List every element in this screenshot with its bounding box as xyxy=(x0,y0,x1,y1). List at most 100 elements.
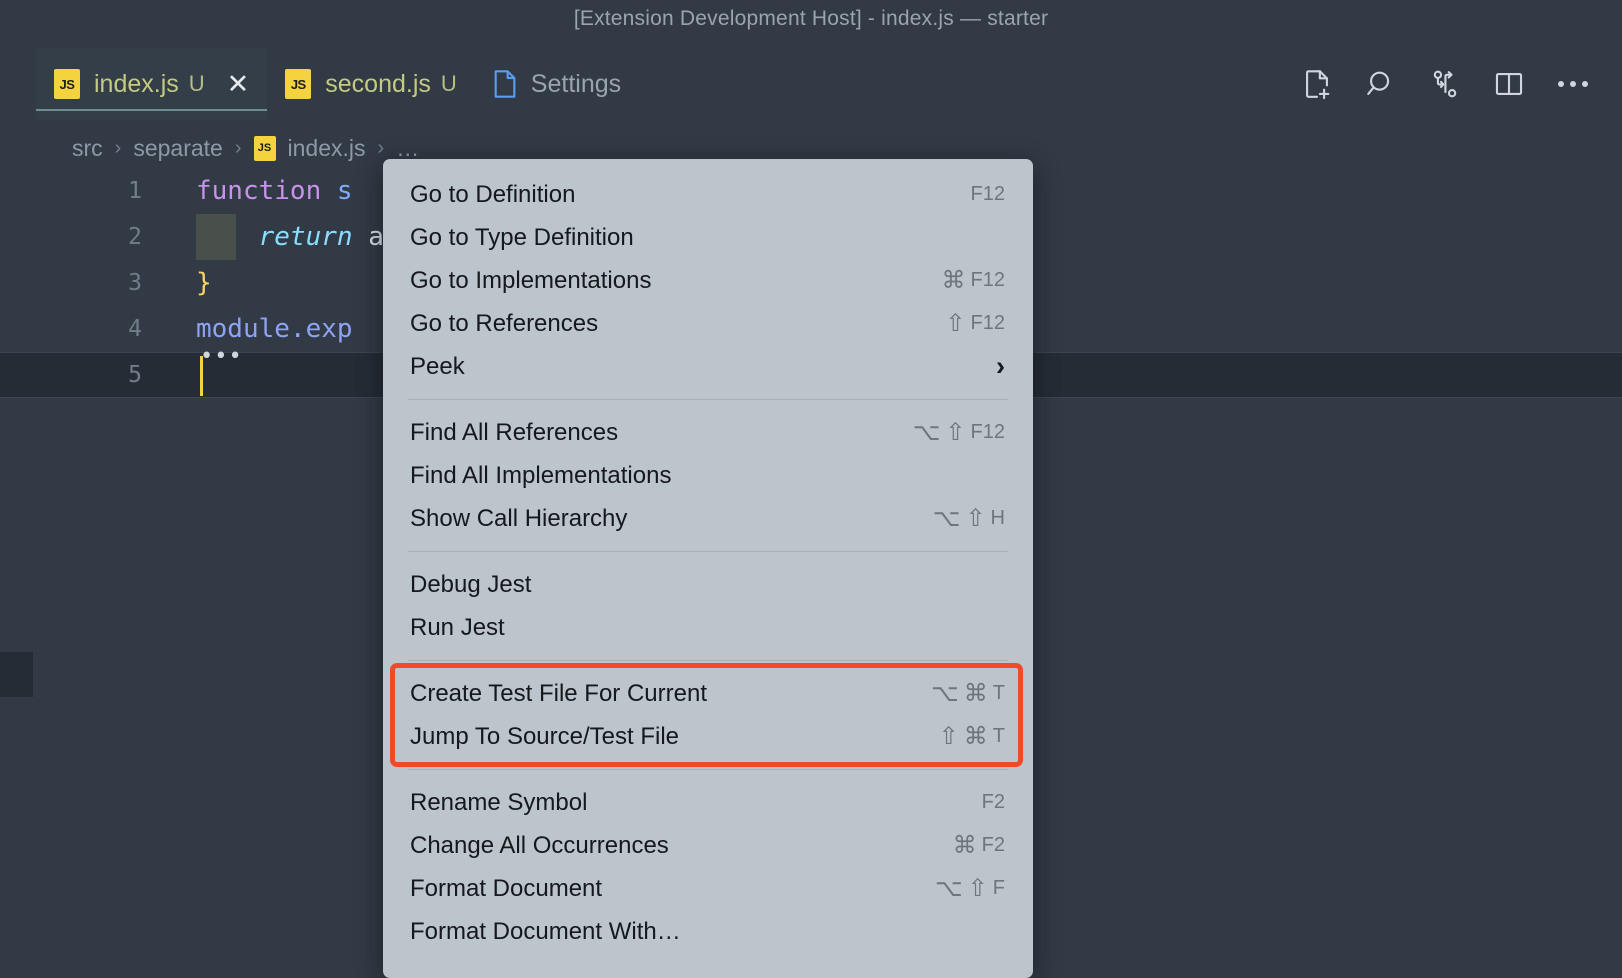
line-number: 4 xyxy=(128,316,142,342)
menu-item-label: Show Call Hierarchy xyxy=(410,504,628,532)
code-token: module.exp xyxy=(196,314,353,344)
menu-item-label: Go to Type Definition xyxy=(410,223,634,251)
shortcut-key: F2 xyxy=(981,791,1005,813)
modifier-key-glyph: ⇧ xyxy=(945,418,966,446)
menu-item-format-document[interactable]: Format Document ⌥ ⇧ F xyxy=(383,867,1033,910)
new-file-icon[interactable] xyxy=(1298,65,1336,103)
menu-item-change-all-occurrences[interactable]: Change All Occurrences ⌘ F2 xyxy=(383,824,1033,867)
menu-separator xyxy=(408,399,1008,400)
menu-item-debug-jest[interactable]: Debug Jest xyxy=(383,563,1033,606)
code-token: a xyxy=(368,222,384,252)
menu-item-go-to-implementations[interactable]: Go to Implementations ⌘ F12 xyxy=(383,259,1033,302)
selection-block xyxy=(196,214,236,260)
menu-item-jump-to-source-test-file[interactable]: Jump To Source/Test File ⇧ ⌘ T xyxy=(383,715,1033,758)
breadcrumb[interactable]: src › separate › JS index.js ›… xyxy=(72,128,419,168)
shortcut-key: F xyxy=(992,877,1005,899)
menu-item-shortcut: ⇧ F12 xyxy=(945,311,1005,336)
menu-group: Rename Symbol F2 Change All Occurrences ⌘ F2… xyxy=(383,781,1033,953)
title-bar: [Extension Development Host] - index.js … xyxy=(0,0,1622,38)
code-token: s xyxy=(336,176,353,206)
menu-item-shortcut: ⌥ ⇧ F xyxy=(935,876,1005,901)
editor-tab-bar: JS index.js U ✕ JS second.js U Settings xyxy=(0,48,1622,120)
breadcrumb-item[interactable]: index.js xyxy=(288,135,366,162)
menu-item-label: Change All Occurrences xyxy=(410,831,669,859)
code-token: } xyxy=(196,268,212,298)
menu-item-label: Jump To Source/Test File xyxy=(410,722,680,750)
js-file-icon: JS xyxy=(253,135,276,161)
modifier-key-glyph: ⌘ xyxy=(952,831,977,859)
menu-item-shortcut: ⌘ F12 xyxy=(941,266,1005,294)
tab-git-status-badge: U xyxy=(188,71,205,96)
menu-item-label: Run Jest xyxy=(410,613,505,641)
line-number: 1 xyxy=(128,178,142,204)
menu-item-label: Find All References xyxy=(410,418,619,446)
more-actions-icon[interactable] xyxy=(1554,65,1592,103)
menu-item-label: Go to Implementations xyxy=(410,266,652,294)
js-file-icon: JS xyxy=(285,69,312,99)
menu-item-label: Format Document With… xyxy=(410,917,681,945)
breadcrumb-separator: › xyxy=(114,136,122,159)
menu-item-shortcut: F2 xyxy=(982,791,1005,814)
tab-label: index.js xyxy=(94,69,179,98)
menu-group: Debug Jest Run Jest xyxy=(383,563,1033,649)
shortcut-key: F12 xyxy=(970,183,1005,205)
menu-separator xyxy=(408,551,1008,552)
code-token: return xyxy=(258,222,369,252)
chevron-right-icon: › xyxy=(996,351,1005,381)
menu-item-label: Create Test File For Current xyxy=(410,679,707,707)
editor-context-menu[interactable]: Go to Definition F12 Go to Type Definition… xyxy=(383,159,1033,978)
menu-item-format-document-with[interactable]: Format Document With… xyxy=(383,910,1033,953)
menu-item-create-test-file-for-current[interactable]: Create Test File For Current ⌥ ⌘ T xyxy=(383,672,1033,715)
vscode-window: [Extension Development Host] - index.js … xyxy=(0,0,1622,978)
menu-item-run-jest[interactable]: Run Jest xyxy=(383,606,1033,649)
menu-item-peek[interactable]: Peek › xyxy=(383,345,1033,388)
search-icon[interactable] xyxy=(1362,65,1400,103)
tab-settings[interactable]: Settings xyxy=(475,48,639,120)
tab-index-js[interactable]: JS index.js U ✕ xyxy=(36,48,268,120)
modifier-key-glyph: ⌘ xyxy=(941,266,966,294)
tab-label: second.js xyxy=(325,69,431,98)
menu-item-find-all-references[interactable]: Find All References ⌥ ⇧ F12 xyxy=(383,411,1033,454)
modifier-key-glyph: ⌘ xyxy=(963,722,988,750)
close-icon[interactable]: ✕ xyxy=(227,70,250,98)
settings-file-icon xyxy=(493,69,517,99)
shortcut-key: F12 xyxy=(970,312,1005,334)
menu-item-go-to-definition[interactable]: Go to Definition F12 xyxy=(383,173,1033,216)
editor-left-chip xyxy=(0,652,33,697)
menu-item-rename-symbol[interactable]: Rename Symbol F2 xyxy=(383,781,1033,824)
menu-separator xyxy=(408,660,1008,661)
tab-label: Settings xyxy=(530,69,622,98)
breadcrumb-item[interactable]: src xyxy=(72,135,103,162)
tab-git-status-badge: U xyxy=(440,71,457,96)
source-control-icon[interactable] xyxy=(1426,65,1464,103)
menu-item-label: Peek xyxy=(410,352,465,380)
line-number-gutter: 1 2 3 4 5 xyxy=(0,168,170,398)
modifier-key-glyph: ⌥ xyxy=(932,504,961,532)
menu-separator xyxy=(408,769,1008,770)
menu-item-shortcut: ⇧ ⌘ T xyxy=(938,722,1005,750)
modifier-key-glyph: ⇧ xyxy=(965,504,986,532)
menu-item-label: Go to References xyxy=(410,309,599,337)
tab-second-js[interactable]: JS second.js U xyxy=(267,48,475,120)
menu-item-show-call-hierarchy[interactable]: Show Call Hierarchy ⌥ ⇧ H xyxy=(383,497,1033,540)
menu-item-label: Debug Jest xyxy=(410,570,532,598)
breadcrumb-item[interactable]: separate xyxy=(133,135,223,162)
breadcrumb-separator: › xyxy=(234,136,242,159)
code-token: function xyxy=(196,176,337,206)
line-number: 2 xyxy=(128,224,142,250)
modifier-key-glyph: ⌥ xyxy=(912,418,941,446)
menu-item-go-to-references[interactable]: Go to References ⇧ F12 xyxy=(383,302,1033,345)
shortcut-key: T xyxy=(992,725,1005,747)
menu-item-shortcut: ⌥ ⌘ T xyxy=(931,679,1005,707)
breadcrumb-item[interactable]: … xyxy=(396,135,419,162)
js-file-icon: JS xyxy=(54,69,80,99)
menu-item-go-to-type-definition[interactable]: Go to Type Definition xyxy=(383,216,1033,259)
menu-item-label: Rename Symbol xyxy=(410,788,588,816)
menu-item-shortcut: F12 xyxy=(971,183,1005,206)
menu-item-find-all-implementations[interactable]: Find All Implementations xyxy=(383,454,1033,497)
menu-group: Create Test File For Current ⌥ ⌘ T Jump To S… xyxy=(383,672,1033,758)
menu-item-label: Go to Definition xyxy=(410,180,576,208)
modifier-key-glyph: ⌘ xyxy=(963,679,988,707)
split-editor-icon[interactable] xyxy=(1490,65,1528,103)
modifier-key-glyph: ⇧ xyxy=(938,722,959,750)
